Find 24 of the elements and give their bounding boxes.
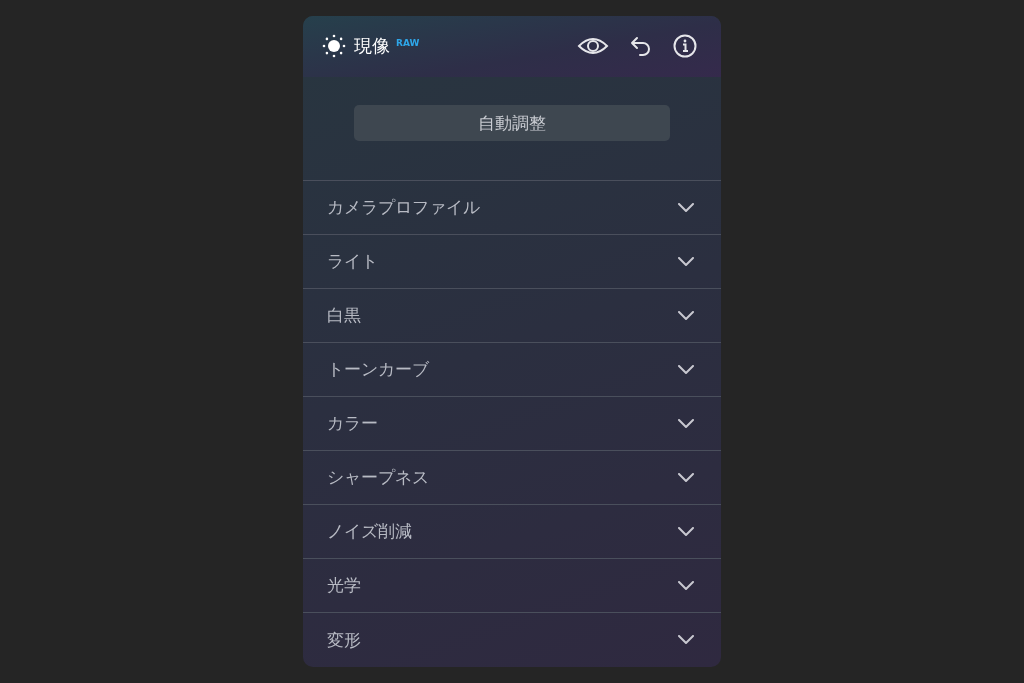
chevron-down-icon [678,418,694,429]
section-header[interactable]: 白黒 [303,289,721,343]
chevron-down-icon [678,202,694,213]
section-header[interactable]: 光学 [303,559,721,613]
panel-title: 現像 [354,34,390,59]
chevron-down-icon [678,364,694,375]
chevron-down-icon [678,310,694,321]
raw-label: RAW [396,38,420,48]
section-header[interactable]: トーンカーブ [303,343,721,397]
info-icon[interactable] [673,34,697,59]
chevron-down-icon [678,472,694,483]
section-header[interactable]: ノイズ削減 [303,505,721,559]
chevron-down-icon [678,580,694,591]
chevron-down-icon [678,526,694,537]
sun-icon [322,34,346,59]
section-header[interactable]: カラー [303,397,721,451]
chevron-down-icon [678,635,694,645]
auto-adjust-button[interactable]: 自動調整 [354,105,670,142]
section-header[interactable]: カメラプロファイル [303,181,721,235]
undo-icon[interactable] [629,34,653,59]
section-header[interactable]: 変形 [303,613,721,667]
section-header[interactable]: ライト [303,235,721,289]
chevron-down-icon [678,256,694,267]
section-header[interactable]: シャープネス [303,451,721,505]
